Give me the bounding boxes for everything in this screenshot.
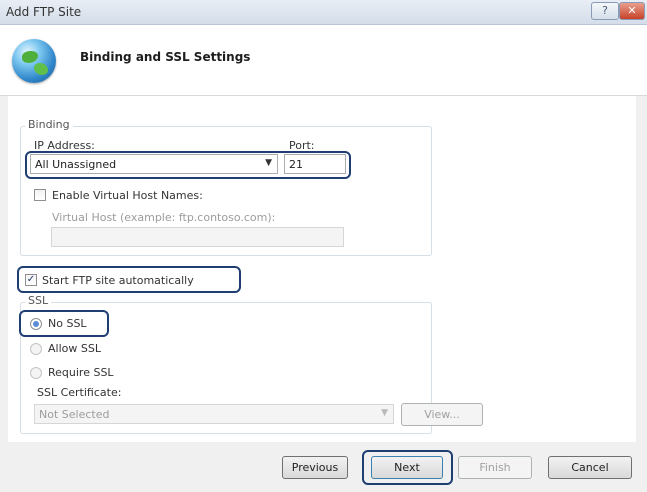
no-ssl-label: No SSL	[48, 317, 87, 330]
port-label: Port:	[289, 139, 315, 152]
previous-button[interactable]: Previous	[282, 456, 348, 479]
globe-icon	[12, 39, 56, 83]
add-ftp-site-dialog: Add FTP Site ? ✕ Binding and SSL Setting…	[0, 0, 647, 492]
allow-ssl-label: Allow SSL	[48, 342, 101, 355]
start-automatically-checkbox[interactable]: ✓	[25, 274, 37, 286]
ssl-certificate-label: SSL Certificate:	[37, 386, 122, 399]
title-bar: Add FTP Site ? ✕	[0, 0, 647, 25]
start-automatically-label: Start FTP site automatically	[42, 274, 194, 287]
chevron-down-icon: ▼	[265, 158, 272, 168]
virtual-host-input[interactable]	[51, 227, 344, 247]
page-heading: Binding and SSL Settings	[80, 50, 251, 64]
port-input[interactable]: 21	[284, 154, 346, 174]
wizard-header: Binding and SSL Settings	[0, 25, 647, 96]
window-title: Add FTP Site	[6, 5, 82, 19]
close-button[interactable]: ✕	[619, 2, 645, 20]
enable-virtual-host-label: Enable Virtual Host Names:	[52, 189, 203, 202]
no-ssl-radio[interactable]	[30, 318, 42, 330]
cancel-button[interactable]: Cancel	[548, 456, 632, 479]
ssl-certificate-dropdown[interactable]: Not Selected ▼	[34, 404, 394, 424]
allow-ssl-radio[interactable]	[30, 343, 42, 355]
help-button[interactable]: ?	[591, 2, 619, 20]
ip-address-label: IP Address:	[34, 139, 95, 152]
require-ssl-label: Require SSL	[48, 366, 114, 379]
require-ssl-radio[interactable]	[30, 367, 42, 379]
finish-button[interactable]: Finish	[458, 456, 532, 479]
ssl-certificate-value: Not Selected	[39, 408, 110, 421]
binding-legend: Binding	[25, 118, 73, 131]
ip-address-dropdown[interactable]: All Unassigned ▼	[30, 154, 278, 174]
virtual-host-label: Virtual Host (example: ftp.contoso.com):	[52, 211, 276, 224]
port-value: 21	[289, 158, 303, 171]
view-certificate-button[interactable]: View...	[401, 403, 483, 426]
ssl-legend: SSL	[25, 294, 52, 307]
wizard-content: Binding IP Address: All Unassigned ▼ Por…	[8, 96, 636, 442]
ip-address-value: All Unassigned	[35, 158, 117, 171]
enable-virtual-host-checkbox[interactable]	[34, 189, 46, 201]
next-button[interactable]: Next	[371, 456, 443, 479]
chevron-down-icon: ▼	[381, 408, 388, 418]
